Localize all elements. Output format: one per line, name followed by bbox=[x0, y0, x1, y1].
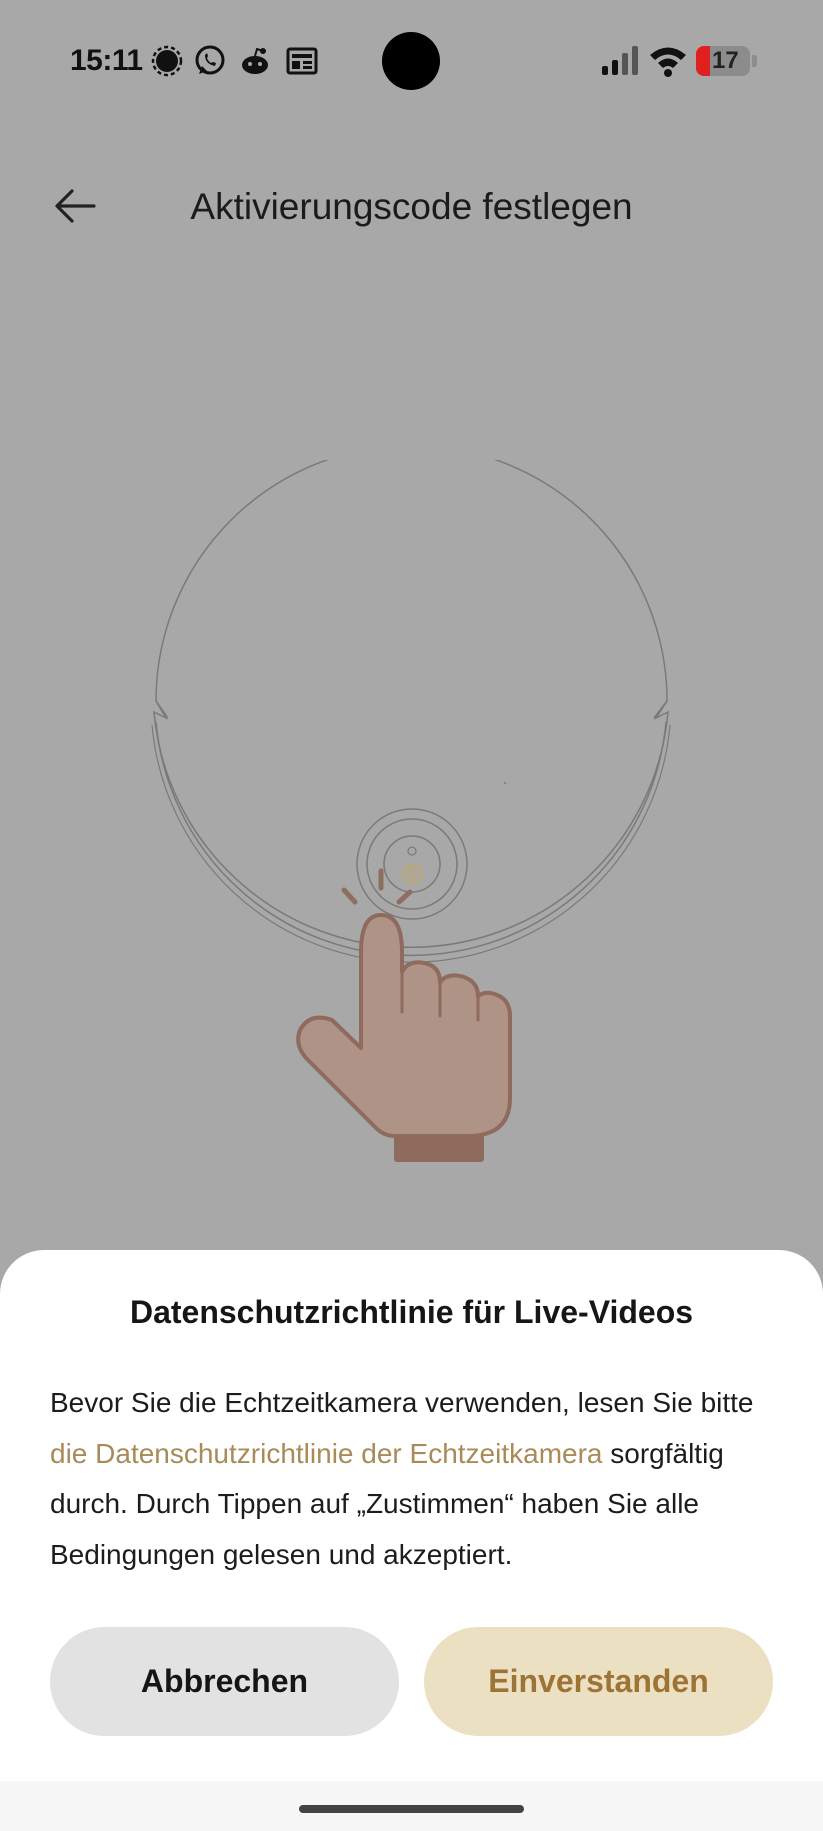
battery-low-indicator bbox=[696, 46, 710, 76]
dialog-body-text-before: Bevor Sie die Echtzeitkamera verwenden, … bbox=[50, 1387, 754, 1418]
reddit-icon bbox=[238, 44, 272, 78]
dialog-body: Bevor Sie die Echtzeitkamera verwenden, … bbox=[50, 1378, 780, 1580]
front-camera bbox=[382, 32, 440, 90]
news-icon bbox=[285, 44, 319, 78]
battery-icon: 17 bbox=[696, 46, 750, 76]
robot-vacuum-press-button-icon bbox=[140, 444, 680, 1180]
app-header: Aktivierungscode festlegen bbox=[0, 160, 823, 250]
battery-tip bbox=[752, 55, 757, 67]
signal-messenger-icon bbox=[150, 44, 184, 78]
privacy-policy-link[interactable]: die Datenschutzrichtlinie der Echtzeitka… bbox=[50, 1438, 602, 1469]
cancel-button[interactable]: Abbrechen bbox=[50, 1627, 399, 1736]
agree-button[interactable]: Einverstanden bbox=[424, 1627, 773, 1736]
status-time: 15:11 bbox=[70, 44, 143, 77]
cellular-signal-icon bbox=[600, 44, 640, 83]
whatsapp-icon bbox=[193, 44, 227, 78]
status-bar: 15:11 17 bbox=[0, 0, 823, 120]
wifi-icon bbox=[648, 44, 688, 83]
navigation-bar bbox=[0, 1781, 823, 1831]
home-indicator[interactable] bbox=[299, 1805, 524, 1813]
page-title: Aktivierungscode festlegen bbox=[190, 186, 633, 227]
privacy-dialog: Datenschutzrichtlinie für Live-Videos Be… bbox=[0, 1250, 823, 1831]
battery-level: 17 bbox=[712, 47, 739, 74]
dialog-title: Datenschutzrichtlinie für Live-Videos bbox=[129, 1294, 694, 1330]
